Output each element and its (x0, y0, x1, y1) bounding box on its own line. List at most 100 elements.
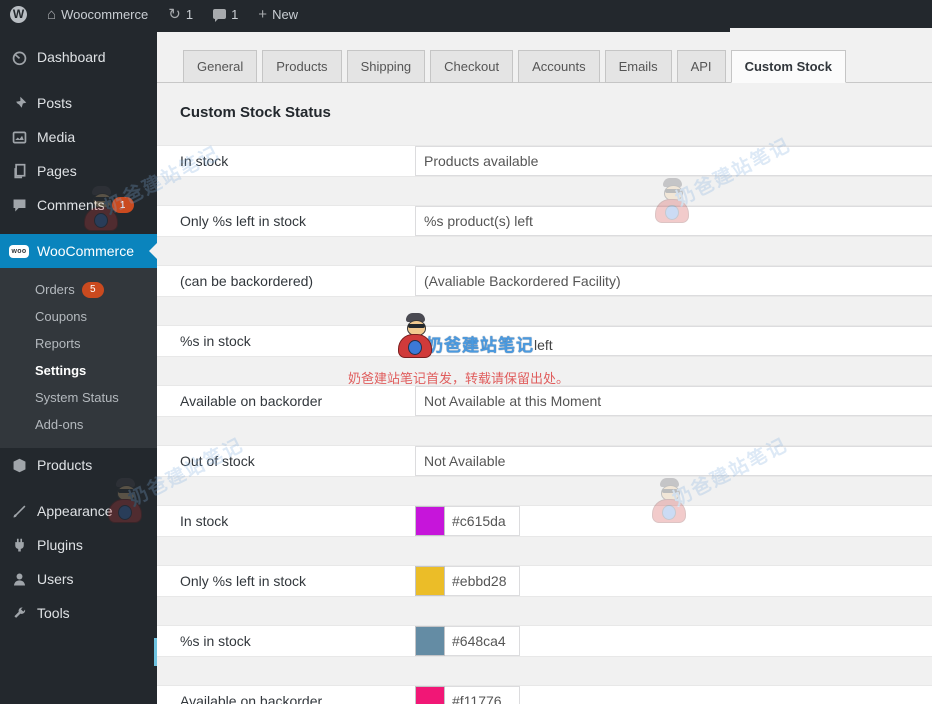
wordpress-logo-icon: W (10, 5, 27, 23)
sidebar-item-users[interactable]: Users (0, 562, 157, 596)
wordpress-admin-screen: W ⌂ Woocommerce ↻ 1 1 + New Dashboard Po… (0, 0, 932, 704)
active-item-arrow (141, 243, 157, 259)
submenu-item-addons[interactable]: Add-ons (0, 411, 157, 438)
submenu-item-settings[interactable]: Settings (0, 357, 157, 384)
plug-icon (9, 535, 29, 555)
sidebar-item-label: Products (37, 457, 93, 473)
submenu-item-orders[interactable]: Orders 5 (0, 276, 157, 303)
tab-shipping[interactable]: Shipping (346, 50, 426, 83)
sidebar-item-pages[interactable]: Pages (0, 154, 157, 188)
row-label: Available on backorder (180, 393, 323, 409)
sidebar-item-label: Pages (37, 163, 77, 179)
submenu-item-reports[interactable]: Reports (0, 330, 157, 357)
sidebar-item-tools[interactable]: Tools (0, 596, 157, 630)
color-swatch[interactable] (415, 566, 445, 596)
user-icon (9, 569, 29, 589)
tab-checkout[interactable]: Checkout (430, 50, 514, 83)
settings-row: In stock (157, 505, 932, 565)
media-icon (9, 127, 29, 147)
orders-badge: 5 (81, 281, 104, 298)
settings-tabs: General Products Shipping Checkout Accou… (157, 28, 932, 83)
available-backorder-text-input[interactable] (415, 386, 932, 416)
settings-row: In stock (157, 145, 932, 205)
row-label: %s in stock (180, 333, 251, 349)
update-icon: ↻ (168, 5, 181, 23)
settings-row: Only %s left in stock (157, 565, 932, 625)
watermark-overlay: 奶爸建站笔记 left (398, 313, 553, 359)
paintbrush-icon (9, 501, 29, 521)
submenu-item-system-status[interactable]: System Status (0, 384, 157, 411)
only-left-color-input[interactable] (445, 566, 520, 596)
input-visible-text: left (534, 337, 553, 354)
sidebar-item-woocommerce[interactable]: woo WooCommerce (0, 234, 157, 268)
home-icon: ⌂ (47, 5, 57, 23)
tab-products[interactable]: Products (262, 50, 342, 83)
dashboard-icon (9, 47, 29, 67)
available-backorder-color-input[interactable] (445, 686, 520, 704)
new-label: New (272, 6, 299, 22)
admin-bar-shadow (157, 28, 730, 32)
tab-custom-stock[interactable]: Custom Stock (730, 50, 846, 83)
percent-in-stock-color-input[interactable] (445, 626, 520, 656)
pages-icon (9, 161, 29, 181)
row-label: Only %s left in stock (180, 573, 307, 589)
admin-sidebar: Dashboard Posts Media Pages Comments 1 w… (0, 28, 157, 704)
scroll-indicator[interactable] (154, 638, 157, 666)
site-name-menu[interactable]: ⌂ Woocommerce (37, 0, 158, 28)
sidebar-item-label: Users (37, 571, 74, 587)
sidebar-item-label: Posts (37, 95, 73, 111)
row-label: Out of stock (180, 453, 255, 469)
sidebar-item-products[interactable]: Products (0, 448, 157, 482)
row-label: Only %s left in stock (180, 213, 307, 229)
settings-row: Out of stock (157, 445, 932, 505)
in-stock-color-input[interactable] (445, 506, 520, 536)
submenu-item-coupons[interactable]: Coupons (0, 303, 157, 330)
sidebar-item-plugins[interactable]: Plugins (0, 528, 157, 562)
sidebar-item-comments[interactable]: Comments 1 (0, 188, 157, 222)
site-name-label: Woocommerce (61, 6, 149, 22)
color-swatch[interactable] (415, 626, 445, 656)
sidebar-item-dashboard[interactable]: Dashboard (0, 40, 157, 74)
out-of-stock-text-input[interactable] (415, 446, 932, 476)
watermark-text: 奶爸建站笔记 (426, 335, 534, 355)
products-box-icon (9, 455, 29, 475)
woocommerce-submenu: Orders 5 Coupons Reports Settings System… (0, 268, 157, 448)
settings-row: %s in stock (157, 625, 932, 685)
row-label: (can be backordered) (180, 273, 314, 289)
sidebar-item-label: Comments (37, 197, 105, 213)
settings-row: Only %s left in stock (157, 205, 932, 265)
tab-api[interactable]: API (676, 50, 726, 83)
settings-row: Available on backorder (157, 685, 932, 704)
row-label: In stock (180, 513, 229, 529)
sidebar-item-label: WooCommerce (37, 243, 134, 259)
only-left-text-input[interactable] (415, 206, 932, 236)
settings-row: 奶爸建站笔记首发，转载请保留出处。 Available on backorder (157, 371, 932, 445)
in-stock-text-input[interactable] (415, 146, 932, 176)
comments-count: 1 (231, 6, 239, 22)
tab-accounts[interactable]: Accounts (518, 50, 600, 83)
plus-icon: + (258, 5, 268, 23)
sidebar-item-appearance[interactable]: Appearance (0, 494, 157, 528)
tab-general[interactable]: General (183, 50, 258, 83)
sidebar-item-label: Appearance (37, 503, 113, 519)
new-content-menu[interactable]: + New (248, 0, 308, 28)
comment-bubble-icon (213, 9, 227, 22)
tab-emails[interactable]: Emails (604, 50, 672, 83)
updates-count: 1 (185, 6, 194, 22)
comments-menu[interactable]: 1 (203, 0, 248, 28)
comments-icon (9, 195, 29, 215)
row-label: %s in stock (180, 633, 251, 649)
wrench-icon (9, 603, 29, 623)
sidebar-item-posts[interactable]: Posts (0, 86, 157, 120)
backordered-text-input[interactable] (415, 266, 932, 296)
settings-rows: In stock Only %s left in stock (can be b… (157, 145, 932, 704)
sidebar-item-media[interactable]: Media (0, 120, 157, 154)
sidebar-item-label: Plugins (37, 537, 83, 553)
updates-menu[interactable]: ↻ 1 (158, 0, 203, 28)
row-label: In stock (180, 153, 229, 169)
color-swatch[interactable] (415, 506, 445, 536)
color-swatch[interactable] (415, 686, 445, 704)
pushpin-icon (9, 93, 29, 113)
wordpress-menu[interactable]: W (0, 0, 37, 28)
settings-content: General Products Shipping Checkout Accou… (157, 28, 932, 704)
